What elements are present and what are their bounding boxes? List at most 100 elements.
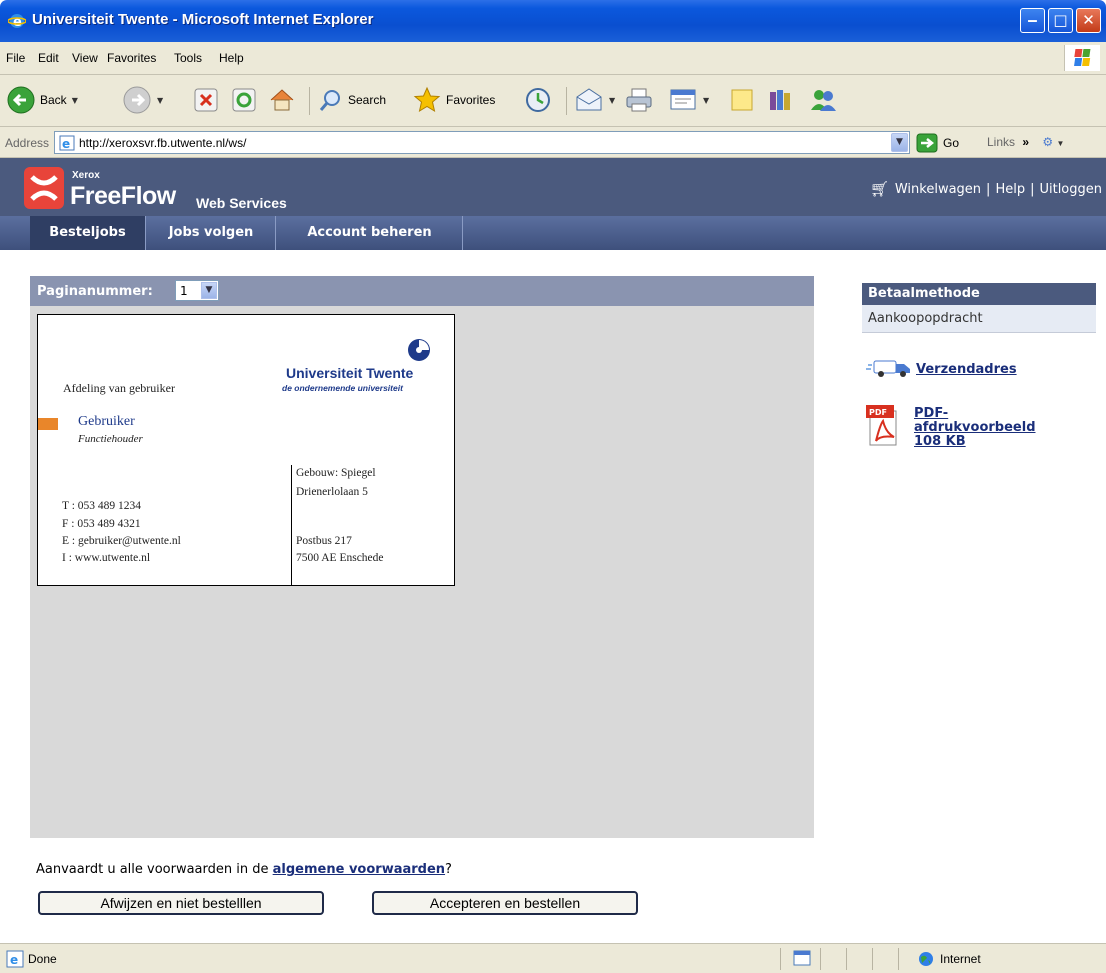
forward-button[interactable]: ▼: [122, 84, 163, 116]
favorites-button[interactable]: Favorites: [412, 84, 495, 116]
address-bar: Address e http://xeroxsvr.fb.utwente.nl/…: [0, 127, 1106, 158]
status-divider: [780, 948, 781, 970]
status-divider: [872, 948, 873, 970]
status-divider: [898, 948, 899, 970]
payment-method-heading: Betaalmethode: [862, 283, 1096, 305]
tab-account-beheren[interactable]: Account beheren: [277, 216, 463, 250]
maximize-icon: □: [1053, 11, 1068, 29]
reject-button[interactable]: Afwijzen en niet bestelllen: [38, 891, 324, 915]
home-icon: [270, 89, 294, 111]
address-input[interactable]: e http://xeroxsvr.fb.utwente.nl/ws/ ▼: [54, 131, 910, 154]
messenger-button[interactable]: [808, 84, 838, 116]
pdf-file-size[interactable]: 108 KB: [914, 435, 966, 449]
card-contact-line: T : 053 489 1234: [62, 500, 142, 512]
close-icon: ✕: [1082, 11, 1095, 29]
messenger-icon: [811, 90, 836, 111]
internet-explorer-icon: e: [8, 14, 26, 30]
refresh-icon: [232, 88, 256, 112]
cart-link[interactable]: Winkelwagen: [895, 182, 981, 197]
tab-jobs-volgen[interactable]: Jobs volgen: [147, 216, 276, 250]
menu-file[interactable]: File: [6, 51, 25, 65]
close-button[interactable]: ✕: [1076, 8, 1101, 33]
menu-edit[interactable]: Edit: [38, 51, 59, 65]
svg-text:e: e: [62, 137, 70, 151]
notes-button[interactable]: [728, 84, 756, 116]
minimize-button[interactable]: ‒: [1020, 8, 1045, 33]
logout-link[interactable]: Uitloggen: [1039, 182, 1102, 197]
books-icon: [770, 90, 790, 110]
menu-help[interactable]: Help: [219, 51, 244, 65]
toolbar-extension-icon: ⚙: [1042, 135, 1054, 149]
browser-toolbar: Back ▼ ▼ Search Favorites ▼ ▼: [0, 75, 1106, 127]
card-contact-line: F : 053 489 4321: [62, 518, 141, 530]
maximize-button[interactable]: □: [1048, 8, 1073, 33]
pdf-preview-link[interactable]: afdrukvoorbeeld: [914, 421, 1036, 435]
stop-button[interactable]: [193, 84, 219, 116]
page-done-icon: e: [6, 950, 24, 968]
chevron-right-icon: »: [1022, 135, 1030, 149]
windows-logo-icon: [1064, 45, 1100, 71]
xerox-logo-icon: [24, 167, 64, 209]
shipping-address-link[interactable]: Verzendadres: [916, 363, 1017, 377]
home-button[interactable]: [268, 84, 296, 116]
toolbar-divider: [566, 87, 567, 115]
note-icon: [731, 89, 753, 111]
print-button[interactable]: [624, 84, 654, 116]
chevron-down-icon: ▼: [1056, 139, 1065, 148]
search-button[interactable]: Search: [318, 84, 386, 116]
accept-button[interactable]: Accepteren en bestellen: [372, 891, 638, 915]
preview-panel: Paginanummer: 1 ▼ Universiteit Twente de…: [30, 276, 814, 838]
tab-besteljobs[interactable]: Besteljobs: [30, 216, 146, 250]
mail-button[interactable]: ▼: [574, 84, 615, 116]
mail-icon: [576, 88, 602, 111]
top-navigation: 🛒︎ Winkelwagen | Help | Uitloggen: [869, 180, 1102, 198]
svg-text:e: e: [13, 15, 22, 30]
chevron-down-icon: ▼: [703, 95, 710, 105]
svg-text:PDF: PDF: [869, 408, 887, 417]
chevron-down-icon[interactable]: ▼: [891, 133, 908, 152]
edit-button[interactable]: ▼: [668, 84, 709, 116]
star-icon: [413, 86, 441, 113]
page-number-label: Paginanummer:: [37, 284, 153, 299]
chevron-down-icon: ▼: [201, 282, 217, 299]
stop-icon: [194, 88, 218, 112]
history-button[interactable]: [524, 84, 552, 116]
card-department: Afdeling van gebruiker: [63, 381, 175, 395]
card-divider: [291, 465, 292, 586]
menu-favorites[interactable]: Favorites: [107, 51, 156, 65]
chevron-down-icon: ▼: [157, 95, 164, 105]
address-label: Address: [5, 136, 50, 150]
research-button[interactable]: [766, 84, 794, 116]
go-button[interactable]: Go: [916, 133, 959, 153]
globe-icon: [919, 952, 933, 966]
help-link[interactable]: Help: [995, 182, 1025, 197]
shopping-cart-icon: 🛒︎: [869, 180, 889, 198]
status-bar: e Done Internet: [0, 943, 1106, 973]
links-button[interactable]: Links » ⚙ ▼: [987, 135, 1064, 149]
pdf-preview-link[interactable]: PDF-: [914, 407, 948, 421]
status-text: Done: [28, 952, 57, 966]
window-titlebar: e Universiteit Twente - Microsoft Intern…: [0, 0, 1106, 42]
menu-view[interactable]: View: [72, 51, 98, 65]
status-divider: [846, 948, 847, 970]
card-contact-line: E : gebruiker@utwente.nl: [62, 535, 181, 547]
terms-link[interactable]: algemene voorwaarden: [273, 862, 445, 877]
edit-document-icon: [670, 89, 696, 110]
search-icon: [319, 90, 340, 111]
site-header: Xerox FreeFlow Web Services 🛒︎ Winkelwag…: [0, 158, 1106, 216]
menu-tools[interactable]: Tools: [174, 51, 202, 65]
web-page: Xerox FreeFlow Web Services 🛒︎ Winkelwag…: [0, 158, 1106, 943]
card-name: Gebruiker: [78, 414, 135, 429]
page-number-select[interactable]: 1 ▼: [175, 280, 219, 301]
card-address-line: Gebouw: Spiegel: [296, 467, 376, 479]
tab-bar: Besteljobs Jobs volgen Account beheren: [0, 216, 1106, 250]
payment-method-value: Aankoopopdracht: [862, 305, 1096, 333]
status-divider: [820, 948, 821, 970]
card-function: Functiehouder: [78, 433, 143, 445]
back-button[interactable]: Back ▼: [6, 84, 78, 116]
brand-freeflow: FreeFlow: [70, 182, 176, 210]
toolbar-divider: [309, 87, 310, 115]
chevron-down-icon: ▼: [609, 95, 616, 105]
refresh-button[interactable]: [231, 84, 257, 116]
minimize-icon: ‒: [1027, 11, 1038, 29]
